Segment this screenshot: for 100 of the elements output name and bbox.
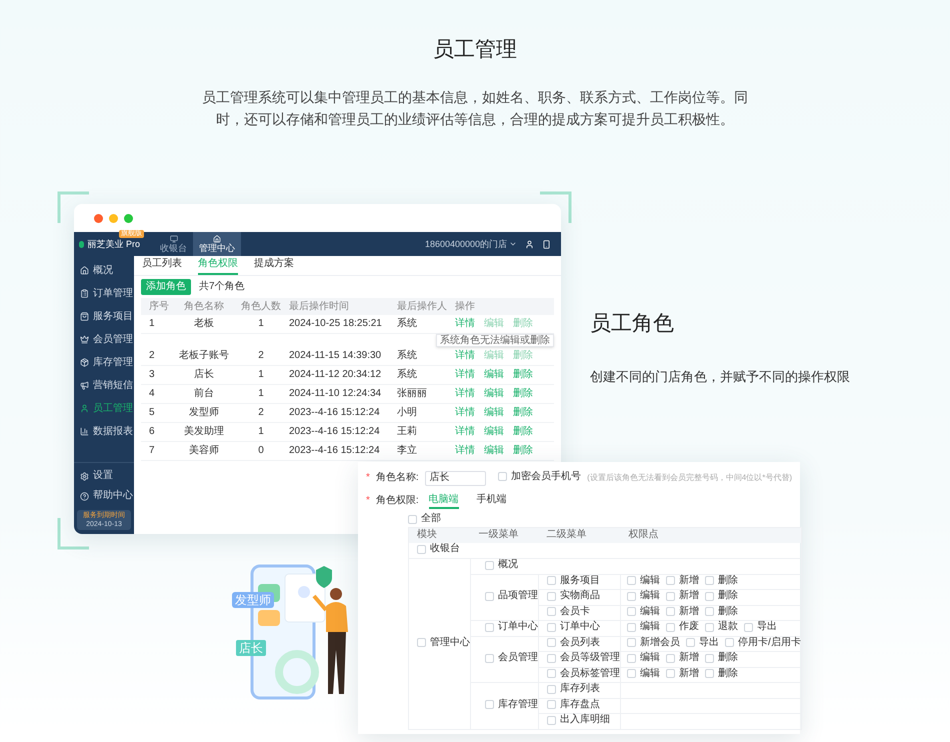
page-title: 员工管理 [433, 37, 517, 63]
sidebar-item[interactable]: 员工管理 [74, 397, 134, 420]
checkbox[interactable] [627, 592, 636, 600]
tab[interactable]: 提成方案 [254, 258, 294, 275]
action-link[interactable]: 详情 [455, 318, 475, 330]
column-header: 模块 [408, 528, 470, 542]
checkbox[interactable] [666, 669, 675, 678]
checkbox-label: 新增 [679, 668, 699, 680]
sidebar-item[interactable]: 数据报表 [74, 420, 134, 443]
checkbox[interactable] [417, 638, 426, 647]
action-link[interactable]: 编辑 [484, 407, 504, 419]
table-cell-text: 2023--4-16 15:12:24 [288, 407, 381, 419]
checkbox[interactable] [547, 700, 556, 709]
sidebar-item[interactable]: 设置 [74, 466, 134, 486]
checkbox[interactable] [666, 654, 675, 662]
sidebar-item[interactable]: 库存管理 [74, 351, 134, 374]
action-link[interactable]: 删除 [513, 445, 533, 457]
action-link[interactable]: 详情 [455, 407, 475, 419]
checkbox[interactable] [547, 607, 556, 616]
checkbox[interactable] [705, 576, 714, 585]
checkbox[interactable] [666, 592, 675, 600]
sidebar-item[interactable]: 营销短信 [74, 374, 134, 397]
checkbox[interactable] [498, 472, 508, 482]
checkbox[interactable] [547, 592, 556, 600]
checkbox-label: 加密会员手机号 [511, 470, 582, 483]
tab[interactable]: 员工列表 [142, 258, 182, 275]
checkbox[interactable] [666, 607, 675, 616]
checkbox[interactable] [705, 592, 714, 600]
action-link[interactable]: 编辑 [484, 369, 504, 381]
action-link[interactable]: 详情 [455, 350, 475, 362]
checkbox[interactable] [705, 607, 714, 616]
checkbox-label: 停用卡/启用卡 [738, 636, 801, 648]
checkbox[interactable] [627, 669, 636, 678]
checkbox-label: 概况 [498, 559, 518, 571]
checkbox[interactable] [408, 514, 417, 524]
checkbox[interactable] [417, 544, 426, 554]
checkbox[interactable] [627, 638, 636, 647]
checkbox-label: 编辑 [640, 606, 660, 618]
help-icon [80, 492, 89, 500]
checkbox[interactable] [547, 576, 556, 585]
action-link[interactable]: 删除 [513, 407, 533, 419]
checkbox[interactable] [705, 622, 714, 632]
feature-description: 创建不同的门店角色，并赋予不同的操作权限 [590, 368, 850, 386]
tab[interactable]: 手机端 [476, 494, 507, 508]
action-link[interactable]: 删除 [513, 369, 533, 381]
checkbox[interactable] [547, 684, 556, 694]
checkbox[interactable] [627, 576, 636, 585]
checkbox-label: 编辑 [640, 574, 660, 586]
checkbox[interactable] [547, 622, 556, 632]
action-link[interactable]: 删除 [513, 426, 533, 438]
checkbox[interactable] [485, 560, 494, 570]
checkbox[interactable] [627, 654, 636, 662]
action-link[interactable]: 详情 [455, 388, 475, 400]
checkbox[interactable] [485, 592, 494, 600]
checkbox-label: 删除 [718, 590, 738, 602]
tab[interactable]: 电脑端 [428, 494, 459, 508]
user-icon[interactable] [525, 240, 534, 248]
menu-icon [80, 404, 89, 413]
store-selector[interactable]: 18600400000的门店 [424, 238, 517, 250]
checkbox[interactable] [744, 622, 753, 632]
action-link[interactable]: 详情 [455, 369, 475, 381]
action-link[interactable]: 编辑 [484, 426, 504, 438]
sidebar-item[interactable]: 会员管理 [74, 328, 134, 351]
checkbox[interactable] [547, 654, 556, 662]
add-role-button[interactable]: 添加角色 [141, 279, 191, 295]
sidebar-item[interactable]: 订单管理 [74, 282, 134, 305]
action-link[interactable]: 详情 [455, 445, 475, 457]
table-cell-text: 前台 [193, 388, 215, 400]
checkbox[interactable] [485, 622, 494, 632]
nav-tab[interactable]: 管理中心 [193, 232, 241, 256]
checkbox[interactable] [485, 654, 494, 662]
sidebar-item[interactable]: 概况 [74, 259, 134, 282]
column-header: 二级菜单 [538, 528, 620, 542]
checkbox[interactable] [485, 700, 494, 709]
phone-icon[interactable] [542, 240, 551, 248]
action-link[interactable]: 编辑 [484, 445, 504, 457]
checkbox[interactable] [705, 654, 714, 662]
checkbox[interactable] [686, 638, 695, 647]
checkbox[interactable] [725, 638, 734, 647]
sidebar-item[interactable]: 帮助中心 [74, 486, 134, 506]
nav-tab[interactable]: 收银台 [154, 232, 193, 256]
action-link[interactable]: 编辑 [484, 388, 504, 400]
action-link[interactable]: 删除 [513, 388, 533, 400]
tab[interactable]: 角色权限 [198, 258, 238, 275]
field-label: 角色权限: [376, 495, 419, 507]
checkbox-label: 服务项目 [560, 574, 600, 586]
table-cell-text: 王莉 [396, 426, 418, 438]
action-link[interactable]: 详情 [455, 426, 475, 438]
checkbox[interactable] [627, 622, 636, 632]
checkbox[interactable] [547, 716, 556, 724]
checkbox-label: 新增 [679, 652, 699, 664]
checkbox[interactable] [547, 669, 556, 678]
checkbox[interactable] [627, 607, 636, 616]
role-name-field[interactable]: 店长 [424, 470, 486, 486]
checkbox[interactable] [547, 638, 556, 647]
checkbox[interactable] [666, 576, 675, 585]
sidebar-item[interactable]: 服务项目 [74, 305, 134, 328]
checkbox[interactable] [705, 669, 714, 678]
checkbox[interactable] [666, 622, 675, 632]
column-header: 角色名称 [183, 300, 225, 312]
